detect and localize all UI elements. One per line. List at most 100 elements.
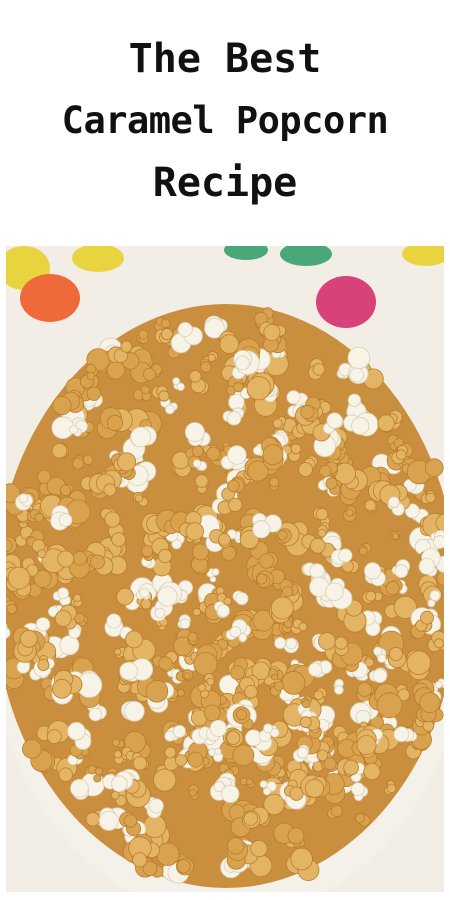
popcorn-puff [16,660,30,674]
popcorn-puff [93,774,102,783]
popcorn-puff [94,767,103,776]
popcorn-puff [356,735,377,756]
popcorn-puff [206,446,221,461]
popcorn-puff [113,750,122,759]
popcorn-puff [388,496,400,508]
popcorn-kernel [364,499,378,513]
popcorn-puff [142,367,156,381]
popcorn-puff [103,483,117,497]
popcorn-puff [164,746,177,759]
popcorn-kernel [363,763,381,781]
popcorn-puff [357,682,372,697]
popcorn-puff [125,630,143,649]
popcorn-puff [252,520,271,539]
popcorn-puff [111,775,128,793]
popcorn-puff [34,512,44,523]
popcorn-puff [425,492,436,504]
popcorn-puff [176,859,191,874]
popcorn-puff [119,661,138,681]
popcorn-kernel [255,570,274,589]
popcorn-puff [319,464,332,478]
popcorn-puff [419,692,441,714]
popcorn-puff [106,361,126,380]
popcorn-puff [253,446,263,456]
popcorn-puff [317,528,327,538]
popcorn-puff [154,607,166,619]
popcorn-puff [313,690,324,701]
popcorn-puff [285,637,298,650]
popcorn-puff [111,738,121,747]
popcorn-puff [281,585,294,598]
popcorn-puff [315,507,329,521]
popcorn-puff [246,376,271,401]
popcorn-puff [172,724,186,738]
napkin-shape [316,276,376,328]
popcorn-puff [232,744,255,767]
popcorn-puff [72,551,88,566]
popcorn-puff [35,617,51,632]
popcorn-puff [106,414,124,432]
popcorn-puff [326,412,343,429]
popcorn-puff [214,747,222,755]
title-line-3: Recipe [152,160,298,206]
popcorn-puff [124,700,145,722]
popcorn-puff [424,458,444,478]
popcorn-puff [207,353,216,362]
title-line-2: Caramel Popcorn [61,99,389,142]
popcorn-puff [132,852,148,868]
popcorn-puff [373,646,383,657]
popcorn-puff [216,604,230,618]
popcorn-puff [262,787,271,796]
popcorn-puff [37,549,47,559]
popcorn-puff [269,477,280,488]
popcorn-puff [52,395,72,415]
popcorn-kernel [154,328,173,344]
popcorn-puff [372,668,388,684]
popcorn-puff [189,789,197,797]
popcorn-puff [290,443,302,455]
popcorn-puff [158,548,173,564]
popcorn-puff [256,573,268,585]
popcorn-puff [192,459,202,468]
popcorn-puff [418,558,436,575]
popcorn-puff [325,582,344,602]
popcorn-puff [106,613,122,629]
popcorn-puff [98,810,119,831]
popcorn-puff [394,564,409,579]
popcorn-puff [226,411,242,426]
popcorn-puff [358,546,368,556]
popcorn-puff [140,598,152,610]
popcorn-puff [153,768,177,792]
popcorn-puff [345,508,354,517]
popcorn-puff [363,763,381,781]
popcorn-puff [114,648,122,656]
popcorn-puff [393,726,410,743]
popcorn-puff [271,673,279,681]
popcorn-puff [148,798,164,814]
popcorn-puff [72,457,85,470]
popcorn-kernel [406,649,432,681]
popcorn-puff [139,587,150,599]
popcorn-puff [347,393,361,407]
popcorn-puff [193,651,218,676]
popcorn-puff [312,363,326,376]
popcorn-puff [296,746,309,759]
popcorn-puff [391,532,400,540]
popcorn-puff [230,665,246,681]
popcorn-puff [244,685,258,699]
popcorn-puff [46,729,62,745]
popcorn-puff [183,672,191,680]
popcorn-puff [302,699,311,709]
popcorn-puff [364,499,377,512]
popcorn-puff [187,751,204,768]
popcorn-puff [226,837,245,855]
popcorn-puff [7,566,31,590]
popcorn-puff [59,635,80,656]
popcorn-puff [334,636,348,650]
popcorn-puff [138,329,149,340]
popcorn-puff [217,533,231,547]
popcorn-puff [235,592,249,606]
popcorn-puff [388,646,403,661]
popcorn-puff [377,414,395,432]
popcorn-puff [57,587,69,600]
